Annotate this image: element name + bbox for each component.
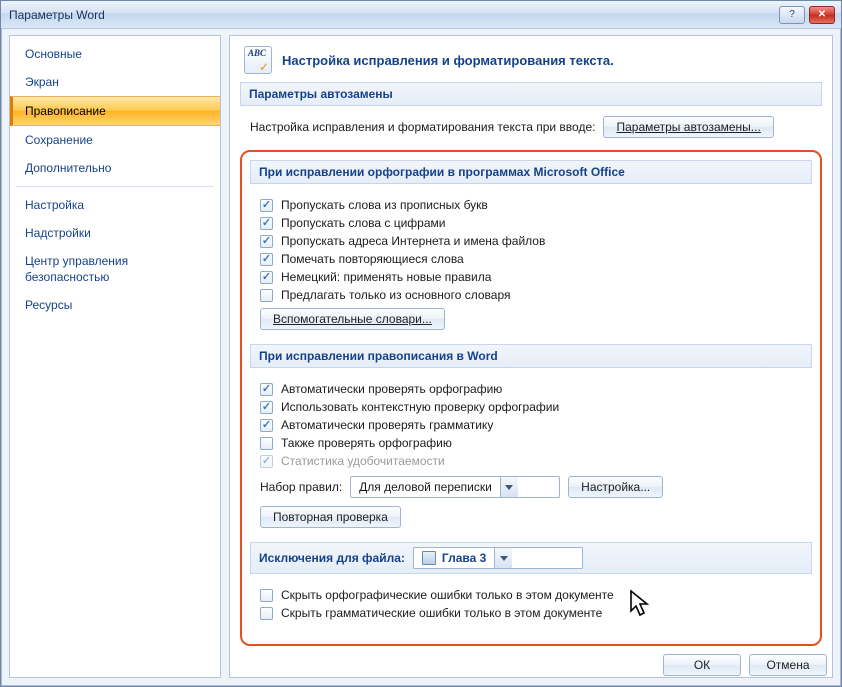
titlebar: Параметры Word ? ✕ (1, 1, 841, 29)
section-office-spelling: Пропускать слова из прописных букв Пропу… (250, 192, 812, 344)
ruleset-select[interactable]: Для деловой переписки (350, 476, 560, 498)
check-readability-label: Статистика удобочитаемости (281, 454, 445, 468)
document-icon (422, 551, 436, 565)
custom-dictionaries-button[interactable]: Вспомогательные словари... (260, 308, 445, 330)
window-buttons: ? ✕ (779, 6, 835, 24)
dialog-body: Основные Экран Правописание Сохранение Д… (1, 29, 841, 686)
check-also-spell-label: Также проверять орфографию (281, 436, 452, 450)
section-autocorrect: Настройка исправления и форматирования т… (240, 114, 822, 148)
sidebar-item-save[interactable]: Сохранение (10, 126, 220, 154)
close-icon: ✕ (818, 10, 826, 20)
section-word-spelling: Автоматически проверять орфографию Испол… (250, 376, 812, 542)
close-button[interactable]: ✕ (809, 6, 835, 24)
check-maindict[interactable] (260, 289, 273, 302)
sidebar-separator (16, 186, 214, 187)
ruleset-label: Набор правил: (260, 480, 342, 494)
help-button[interactable]: ? (779, 6, 805, 24)
check-row-german: Немецкий: применять новые правила (260, 270, 806, 284)
check-spell-auto[interactable] (260, 383, 273, 396)
check-digits-label: Пропускать слова с цифрами (281, 216, 445, 230)
heading-word-spelling: При исправлении правописания в Word (250, 344, 812, 368)
check-german-label: Немецкий: применять новые правила (281, 270, 491, 284)
check-contextual[interactable] (260, 401, 273, 414)
sidebar-item-proofing[interactable]: Правописание (10, 96, 220, 126)
grammar-settings-button[interactable]: Настройка... (568, 476, 663, 498)
check-row-digits: Пропускать слова с цифрами (260, 216, 806, 230)
sidebar-item-general[interactable]: Основные (10, 40, 220, 68)
custom-dictionaries-label: Вспомогательные словари... (273, 312, 432, 326)
check-row-hide-spell: Скрыть орфографические ошибки только в э… (260, 588, 806, 602)
check-hide-spell[interactable] (260, 589, 273, 602)
category-sidebar: Основные Экран Правописание Сохранение Д… (9, 35, 221, 678)
check-row-uppercase: Пропускать слова из прописных букв (260, 198, 806, 212)
check-digits[interactable] (260, 217, 273, 230)
section-exceptions: Скрыть орфографические ошибки только в э… (250, 582, 812, 634)
check-repeated-label: Помечать повторяющиеся слова (281, 252, 464, 266)
autocorrect-intro: Настройка исправления и форматирования т… (250, 120, 595, 134)
check-hide-grammar[interactable] (260, 607, 273, 620)
check-repeated[interactable] (260, 253, 273, 266)
exceptions-file-select[interactable]: Глава 3 (413, 547, 583, 569)
check-internet-label: Пропускать адреса Интернета и имена файл… (281, 234, 545, 248)
page-title: Настройка исправления и форматирования т… (282, 53, 614, 68)
check-row-internet: Пропускать адреса Интернета и имена файл… (260, 234, 806, 248)
check-uppercase[interactable] (260, 199, 273, 212)
grammar-settings-label: Настройка... (581, 480, 650, 494)
recheck-label: Повторная проверка (273, 510, 388, 524)
cancel-label: Отмена (766, 658, 809, 672)
sidebar-item-addins[interactable]: Надстройки (10, 219, 220, 247)
check-grammar-auto-label: Автоматически проверять грамматику (281, 418, 493, 432)
check-uppercase-label: Пропускать слова из прописных букв (281, 198, 488, 212)
check-row-grammar-auto: Автоматически проверять грамматику (260, 418, 806, 432)
recheck-button[interactable]: Повторная проверка (260, 506, 401, 528)
check-row-contextual: Использовать контекстную проверку орфогр… (260, 400, 806, 414)
check-row-hide-grammar: Скрыть грамматические ошибки только в эт… (260, 606, 806, 620)
check-row-maindict: Предлагать только из основного словаря (260, 288, 806, 302)
check-hide-spell-label: Скрыть орфографические ошибки только в э… (281, 588, 614, 602)
check-row-repeated: Помечать повторяющиеся слова (260, 252, 806, 266)
help-icon: ? (789, 10, 795, 20)
check-row-also-spell: Также проверять орфографию (260, 436, 806, 450)
ok-button[interactable]: ОК (663, 654, 741, 676)
check-hide-grammar-label: Скрыть грамматические ошибки только в эт… (281, 606, 602, 620)
check-row-spell-auto: Автоматически проверять орфографию (260, 382, 806, 396)
page-header: Настройка исправления и форматирования т… (240, 44, 822, 82)
chevron-down-icon (500, 477, 518, 497)
word-options-window: Параметры Word ? ✕ Основные Экран Правоп… (0, 0, 842, 687)
cancel-button[interactable]: Отмена (749, 654, 827, 676)
sidebar-item-display[interactable]: Экран (10, 68, 220, 96)
check-german[interactable] (260, 271, 273, 284)
autocorrect-options-label: Параметры автозамены... (616, 120, 760, 134)
check-readability (260, 455, 273, 468)
heading-exceptions: Исключения для файла: Глава 3 (250, 542, 812, 574)
exceptions-label: Исключения для файла: (259, 551, 405, 565)
abc-check-icon (244, 46, 272, 74)
check-also-spell[interactable] (260, 437, 273, 450)
check-row-readability: Статистика удобочитаемости (260, 454, 806, 468)
autocorrect-options-button[interactable]: Параметры автозамены... (603, 116, 773, 138)
dialog-footer: ОК Отмена (663, 654, 827, 676)
sidebar-item-advanced[interactable]: Дополнительно (10, 154, 220, 182)
sidebar-item-trust[interactable]: Центр управления безопасностью (10, 247, 220, 291)
sidebar-item-customize[interactable]: Настройка (10, 191, 220, 219)
ruleset-value: Для деловой переписки (359, 480, 492, 494)
chevron-down-icon (494, 548, 512, 568)
sidebar-item-resources[interactable]: Ресурсы (10, 291, 220, 319)
ok-label: ОК (694, 658, 710, 672)
exceptions-file-value: Глава 3 (442, 551, 486, 565)
check-spell-auto-label: Автоматически проверять орфографию (281, 382, 502, 396)
heading-autocorrect: Параметры автозамены (240, 82, 822, 106)
content-pane: Настройка исправления и форматирования т… (229, 35, 833, 678)
check-maindict-label: Предлагать только из основного словаря (281, 288, 510, 302)
window-title: Параметры Word (7, 8, 779, 22)
check-grammar-auto[interactable] (260, 419, 273, 432)
check-contextual-label: Использовать контекстную проверку орфогр… (281, 400, 559, 414)
check-internet[interactable] (260, 235, 273, 248)
proofing-highlight-box: При исправлении орфографии в программах … (240, 150, 822, 646)
heading-office-spelling: При исправлении орфографии в программах … (250, 160, 812, 184)
